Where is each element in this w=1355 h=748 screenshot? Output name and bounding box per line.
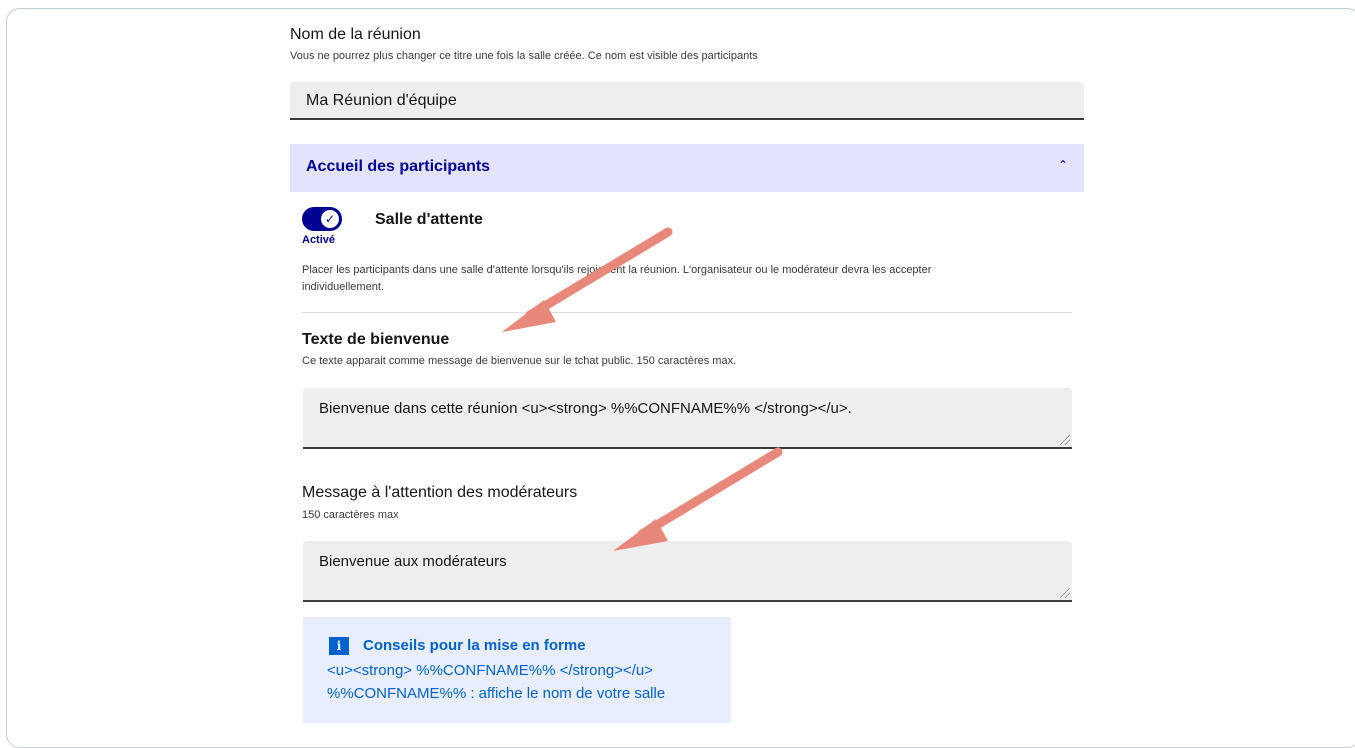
annotation-arrows	[502, 227, 783, 551]
annotation-arrow-welcome	[502, 227, 673, 332]
annotation-arrow-moderator	[613, 447, 783, 551]
